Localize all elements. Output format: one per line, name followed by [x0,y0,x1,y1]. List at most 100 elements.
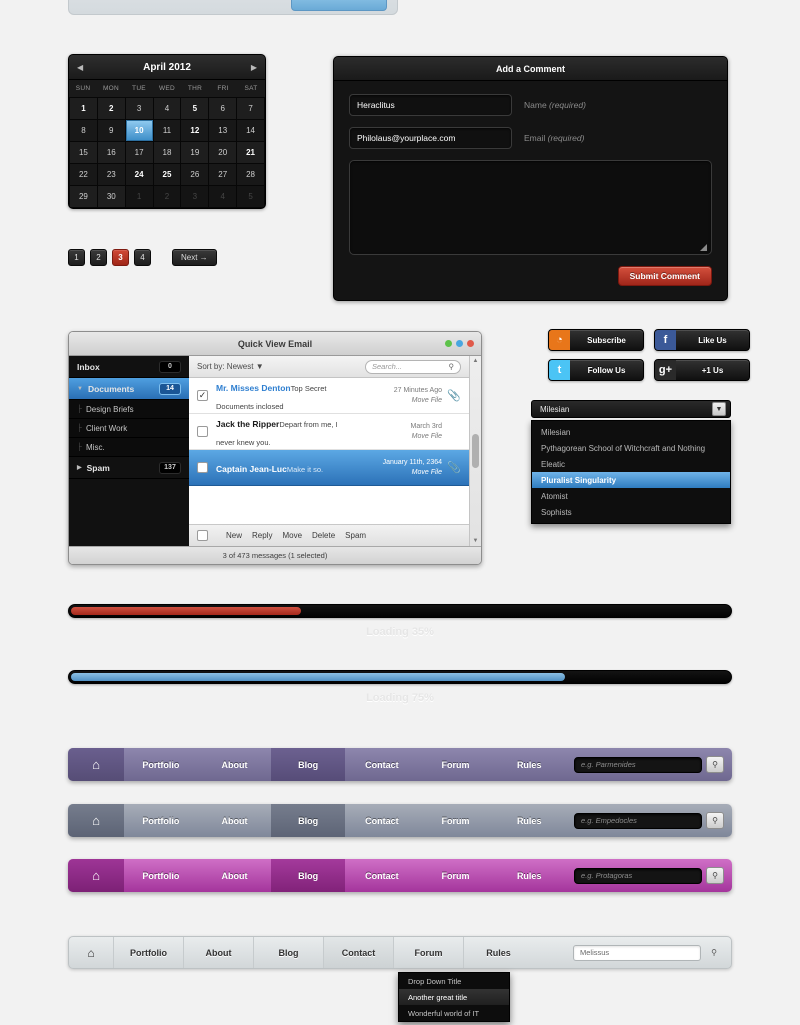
nav-item-contact[interactable]: Contact [345,804,419,837]
nav-item-forum[interactable]: Forum [419,748,493,781]
select-option[interactable]: Eleatic [532,456,730,472]
message-checkbox[interactable] [197,462,208,473]
calendar-day[interactable]: 2 [97,98,125,119]
calendar-day[interactable]: 15 [70,142,97,163]
nav-item-portfolio[interactable]: Portfolio [113,937,183,968]
email-action-spam[interactable]: Spam [345,531,366,540]
nav-dropdown-item[interactable]: Another great title [399,989,509,1005]
pagination-page[interactable]: 1 [68,249,85,266]
home-icon[interactable]: ⌂ [68,859,124,892]
window-controls[interactable] [445,340,474,347]
folder-toggle-icon[interactable]: ▼ [77,386,83,392]
submit-comment-button[interactable]: Submit Comment [617,266,712,286]
calendar-day[interactable]: 12 [181,120,209,141]
email-message-row[interactable]: Captain Jean-LucMake it so. January 11th,… [189,450,469,486]
nav-item-blog[interactable]: Blog [253,937,323,968]
calendar-day[interactable]: 1 [125,186,153,207]
home-icon[interactable]: ⌂ [68,748,124,781]
nav-item-forum[interactable]: Forum [419,804,493,837]
social-button-google-plus[interactable]: g+ +1 Us [654,359,750,381]
email-subfolder[interactable]: Client Work [69,419,189,438]
calendar-day[interactable]: 4 [153,98,181,119]
calendar-day[interactable]: 9 [97,120,125,141]
scroll-thumb[interactable] [472,434,479,468]
calendar-day[interactable]: 16 [97,142,125,163]
calendar-day[interactable]: 4 [209,186,237,207]
nav-item-blog[interactable]: Blog [271,748,346,781]
calendar-day[interactable]: 17 [125,142,153,163]
message-checkbox[interactable]: ✓ [197,390,208,401]
nav-item-portfolio[interactable]: Portfolio [124,859,198,892]
search-icon[interactable]: ⚲ [706,812,725,829]
calendar-day-selected[interactable]: 10 [125,120,153,141]
calendar-day[interactable]: 11 [153,120,181,141]
nav-dropdown-item[interactable]: Drop Down Title [399,973,509,989]
name-field[interactable]: Heraclitus [349,94,512,116]
nav-item-rules[interactable]: Rules [492,804,566,837]
email-subfolder[interactable]: Misc. [69,438,189,457]
nav-search-input[interactable]: Melissus [573,944,701,961]
calendar-day[interactable]: 6 [209,98,237,119]
nav-item-forum[interactable]: Forum [419,859,493,892]
message-move-file-link[interactable]: Move File [356,397,442,404]
home-icon[interactable]: ⌂ [68,804,124,837]
select-option[interactable]: Milesian [532,424,730,440]
calendar-day[interactable]: 27 [209,164,237,185]
nav-item-contact[interactable]: Contact [323,937,393,968]
email-action-move[interactable]: Move [282,531,302,540]
social-button-twitter[interactable]: t Follow Us [548,359,644,381]
email-action-delete[interactable]: Delete [312,531,335,540]
calendar-day[interactable]: 20 [209,142,237,163]
top-panel-button[interactable] [291,0,387,11]
calendar-day[interactable]: 22 [70,164,97,185]
nav-item-rules[interactable]: Rules [492,859,566,892]
calendar-day[interactable]: 7 [237,98,264,119]
window-dot-2[interactable] [467,340,474,347]
calendar-day[interactable]: 13 [209,120,237,141]
select-option[interactable]: Sophists [532,504,730,520]
calendar-day[interactable]: 14 [237,120,264,141]
search-icon[interactable]: ⚲ [705,944,723,961]
pagination-next-button[interactable]: Next → [172,249,217,266]
calendar-day[interactable]: 3 [125,98,153,119]
folder-toggle-icon[interactable]: ▶ [77,464,82,471]
nav-item-about[interactable]: About [198,804,272,837]
nav-item-rules[interactable]: Rules [463,937,533,968]
email-folder[interactable]: ▼ Documents 14 [69,378,189,400]
email-scrollbar[interactable]: ▲ ▼ [469,356,481,546]
chevron-down-icon[interactable]: ▼ [712,402,726,416]
nav-item-blog[interactable]: Blog [271,859,346,892]
calendar-day[interactable]: 3 [181,186,209,207]
email-folder[interactable]: ▶ Spam 137 [69,457,189,479]
pagination-page[interactable]: 3 [112,249,129,266]
message-checkbox[interactable] [197,426,208,437]
search-icon[interactable]: ⚲ [706,756,725,773]
nav-item-portfolio[interactable]: Portfolio [124,804,198,837]
nav-item-about[interactable]: About [183,937,253,968]
nav-item-contact[interactable]: Contact [345,859,419,892]
nav-search-input[interactable]: e.g. Protagoras [574,867,703,884]
nav-search-input[interactable]: e.g. Empedocles [574,812,703,829]
calendar-day[interactable]: 8 [70,120,97,141]
email-field[interactable]: Philolaus@yourplace.com [349,127,512,149]
calendar-day[interactable]: 24 [125,164,153,185]
social-button-rss[interactable]: ◔ Subscribe [548,329,644,351]
nav-item-forum[interactable]: Forum [393,937,463,968]
calendar-day[interactable]: 21 [237,142,264,163]
message-move-file-link[interactable]: Move File [356,469,442,476]
message-textarea[interactable] [349,160,712,255]
calendar-prev-icon[interactable]: ◀ [77,63,83,72]
email-subfolder[interactable]: Design Briefs [69,400,189,419]
calendar-day[interactable]: 1 [70,98,97,119]
nav-item-contact[interactable]: Contact [345,748,419,781]
select-all-checkbox[interactable] [197,530,208,541]
select-option[interactable]: Pluralist Singularity [532,472,730,488]
calendar-next-icon[interactable]: ▶ [251,63,257,72]
calendar-day[interactable]: 2 [153,186,181,207]
nav-search-input[interactable]: e.g. Parmenides [574,756,703,773]
pagination-page[interactable]: 2 [90,249,107,266]
calendar-day[interactable]: 23 [97,164,125,185]
search-icon[interactable]: ⚲ [706,867,725,884]
calendar-day[interactable]: 30 [97,186,125,207]
window-dot-1[interactable] [456,340,463,347]
